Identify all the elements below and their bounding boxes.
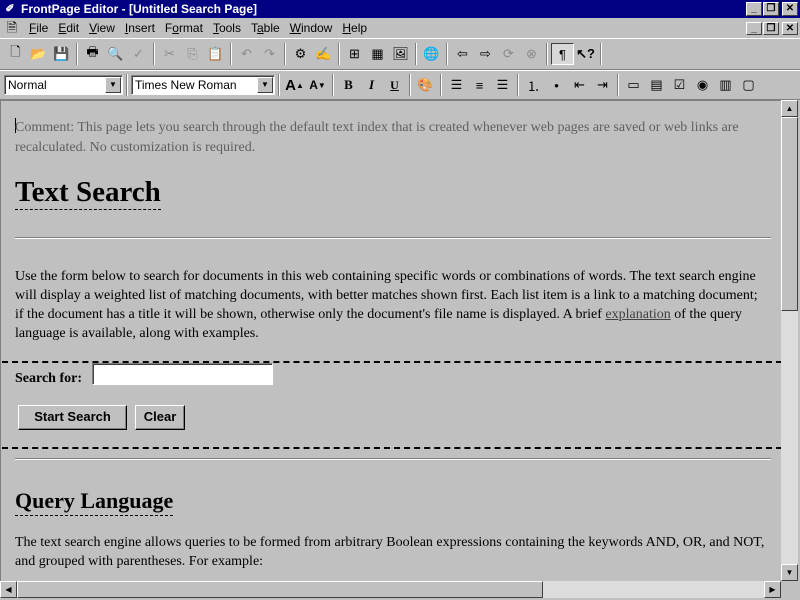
refresh-icon[interactable]: ⟳ (497, 43, 520, 65)
scrolling-textbox-icon[interactable]: ▤ (645, 74, 668, 96)
format-toolbar: Normal ▼ Times New Roman ▼ A ▲ A ▼ B I U 🎨… (0, 70, 800, 100)
horizontal-rule (15, 458, 771, 460)
bulleted-list-icon[interactable]: • (545, 74, 568, 96)
scrollbar-corner (781, 581, 800, 600)
search-input[interactable] (92, 363, 273, 385)
italic-button[interactable]: I (360, 74, 383, 96)
frontpage-app-icon[interactable]: ✐ (3, 2, 17, 16)
one-line-textbox-icon[interactable]: ▭ (622, 74, 645, 96)
scroll-down-icon[interactable]: ▼ (781, 564, 798, 581)
show-formatting-marks-icon[interactable]: ¶ (551, 43, 574, 65)
radio-button-icon[interactable]: ◉ (691, 74, 714, 96)
font-select-value: Times New Roman (135, 78, 237, 92)
print-preview-icon[interactable]: 🔍 (104, 43, 127, 65)
decrease-font-size-icon[interactable]: A ▼ (306, 74, 329, 96)
page-comment[interactable]: Comment: This page lets you search throu… (15, 118, 765, 158)
redo-icon[interactable]: ↷ (258, 43, 281, 65)
title-bar: ✐ FrontPage Editor - [Untitled Search Pa… (0, 0, 800, 18)
back-icon[interactable]: ⇦ (451, 43, 474, 65)
window-title: FrontPage Editor - [Untitled Search Page… (21, 2, 258, 16)
scroll-up-icon[interactable]: ▲ (781, 100, 798, 117)
copy-icon[interactable]: ⎘ (181, 43, 204, 65)
spelling-icon[interactable]: ✓ (127, 43, 150, 65)
numbered-list-icon[interactable]: ⒈ (522, 74, 545, 96)
form-field-icon[interactable]: ✍ (312, 43, 335, 65)
query-paragraph[interactable]: The text search engine allows queries to… (15, 533, 769, 571)
scroll-left-icon[interactable]: ◀ (0, 581, 17, 598)
menu-view[interactable]: View (84, 19, 120, 37)
hyperlink-icon[interactable]: 🌐 (420, 43, 443, 65)
increase-indent-icon[interactable]: ⇥ (591, 74, 614, 96)
menu-edit[interactable]: Edit (53, 19, 84, 37)
align-center-icon[interactable]: ≡ (468, 74, 491, 96)
editor-area[interactable]: Comment: This page lets you search throu… (0, 100, 781, 581)
bold-button[interactable]: B (337, 74, 360, 96)
query-language-heading[interactable]: Query Language (15, 487, 174, 516)
menu-file[interactable]: File (24, 19, 53, 37)
underline-button[interactable]: U (383, 74, 406, 96)
standard-toolbar: 🗋 📂 💾 🖶 🔍 ✓ ✂ ⎘ 📋 ↶ ↷ ⚙ ✍ ⊞ ▦ 🖼 🌐 ⇦ ⇨ ⟳ … (0, 38, 800, 70)
search-form: Search for: Start Search Clear (2, 361, 781, 449)
menu-help[interactable]: Help (337, 19, 372, 37)
paste-icon[interactable]: 📋 (204, 43, 227, 65)
print-icon[interactable]: 🖶 (81, 43, 104, 65)
save-icon[interactable]: 💾 (50, 43, 73, 65)
insert-image-icon[interactable]: 🖼 (389, 43, 412, 65)
vertical-scroll-thumb[interactable] (781, 117, 798, 311)
document-icon[interactable]: 🗎 (4, 20, 20, 36)
close-button[interactable]: ✕ (782, 2, 798, 16)
push-button-icon[interactable]: ▢ (737, 74, 760, 96)
chevron-down-icon[interactable]: ▼ (257, 77, 273, 93)
style-select[interactable]: Normal ▼ (4, 75, 123, 95)
minimize-button[interactable]: _ (746, 2, 762, 16)
forward-icon[interactable]: ⇨ (474, 43, 497, 65)
restore-button[interactable]: ❐ (763, 2, 779, 16)
menu-window[interactable]: Window (285, 19, 338, 37)
webbot-icon[interactable]: ⚙ (289, 43, 312, 65)
menu-bar: 🗎 File Edit View Insert Format Tools Tab… (0, 18, 800, 38)
increase-font-size-icon[interactable]: A ▲ (283, 74, 306, 96)
clear-button[interactable]: Clear (135, 405, 185, 430)
insert-table-icon[interactable]: ⊞ (343, 43, 366, 65)
scroll-right-icon[interactable]: ▶ (764, 581, 781, 598)
search-label: Search for: (15, 371, 82, 386)
style-select-value: Normal (8, 78, 47, 92)
doc-minimize-button[interactable]: _ (746, 21, 762, 35)
align-left-icon[interactable]: ☰ (445, 74, 468, 96)
horizontal-scrollbar[interactable]: ◀ ▶ (0, 581, 781, 598)
horizontal-rule (15, 237, 771, 239)
new-page-icon[interactable]: 🗋 (4, 43, 27, 65)
align-right-icon[interactable]: ☰ (491, 74, 514, 96)
dropdown-menu-icon[interactable]: ▥ (714, 74, 737, 96)
explanation-link[interactable]: explanation (605, 307, 670, 322)
doc-restore-button[interactable]: ❐ (763, 21, 779, 35)
checkbox-icon[interactable]: ☑ (668, 74, 691, 96)
stop-icon[interactable]: ⊗ (520, 43, 543, 65)
menu-tools[interactable]: Tools (208, 19, 246, 37)
horizontal-scroll-thumb[interactable] (17, 581, 543, 598)
font-select[interactable]: Times New Roman ▼ (131, 75, 275, 95)
doc-close-button[interactable]: ✕ (782, 21, 798, 35)
page-heading[interactable]: Text Search (15, 175, 161, 210)
open-folder-icon[interactable]: 📂 (27, 43, 50, 65)
intro-paragraph[interactable]: Use the form below to search for documen… (15, 267, 769, 343)
start-search-button[interactable]: Start Search (18, 405, 127, 430)
cut-icon[interactable]: ✂ (158, 43, 181, 65)
text-color-icon[interactable]: 🎨 (414, 74, 437, 96)
help-pointer-icon[interactable]: ↖? (574, 43, 597, 65)
vertical-scrollbar[interactable]: ▲ ▼ (781, 100, 798, 581)
chevron-down-icon[interactable]: ▼ (105, 77, 121, 93)
menu-table[interactable]: Table (246, 19, 285, 37)
decrease-indent-icon[interactable]: ⇤ (568, 74, 591, 96)
menu-insert[interactable]: Insert (120, 19, 160, 37)
undo-icon[interactable]: ↶ (235, 43, 258, 65)
table-icon[interactable]: ▦ (366, 43, 389, 65)
menu-format[interactable]: Format (160, 19, 208, 37)
